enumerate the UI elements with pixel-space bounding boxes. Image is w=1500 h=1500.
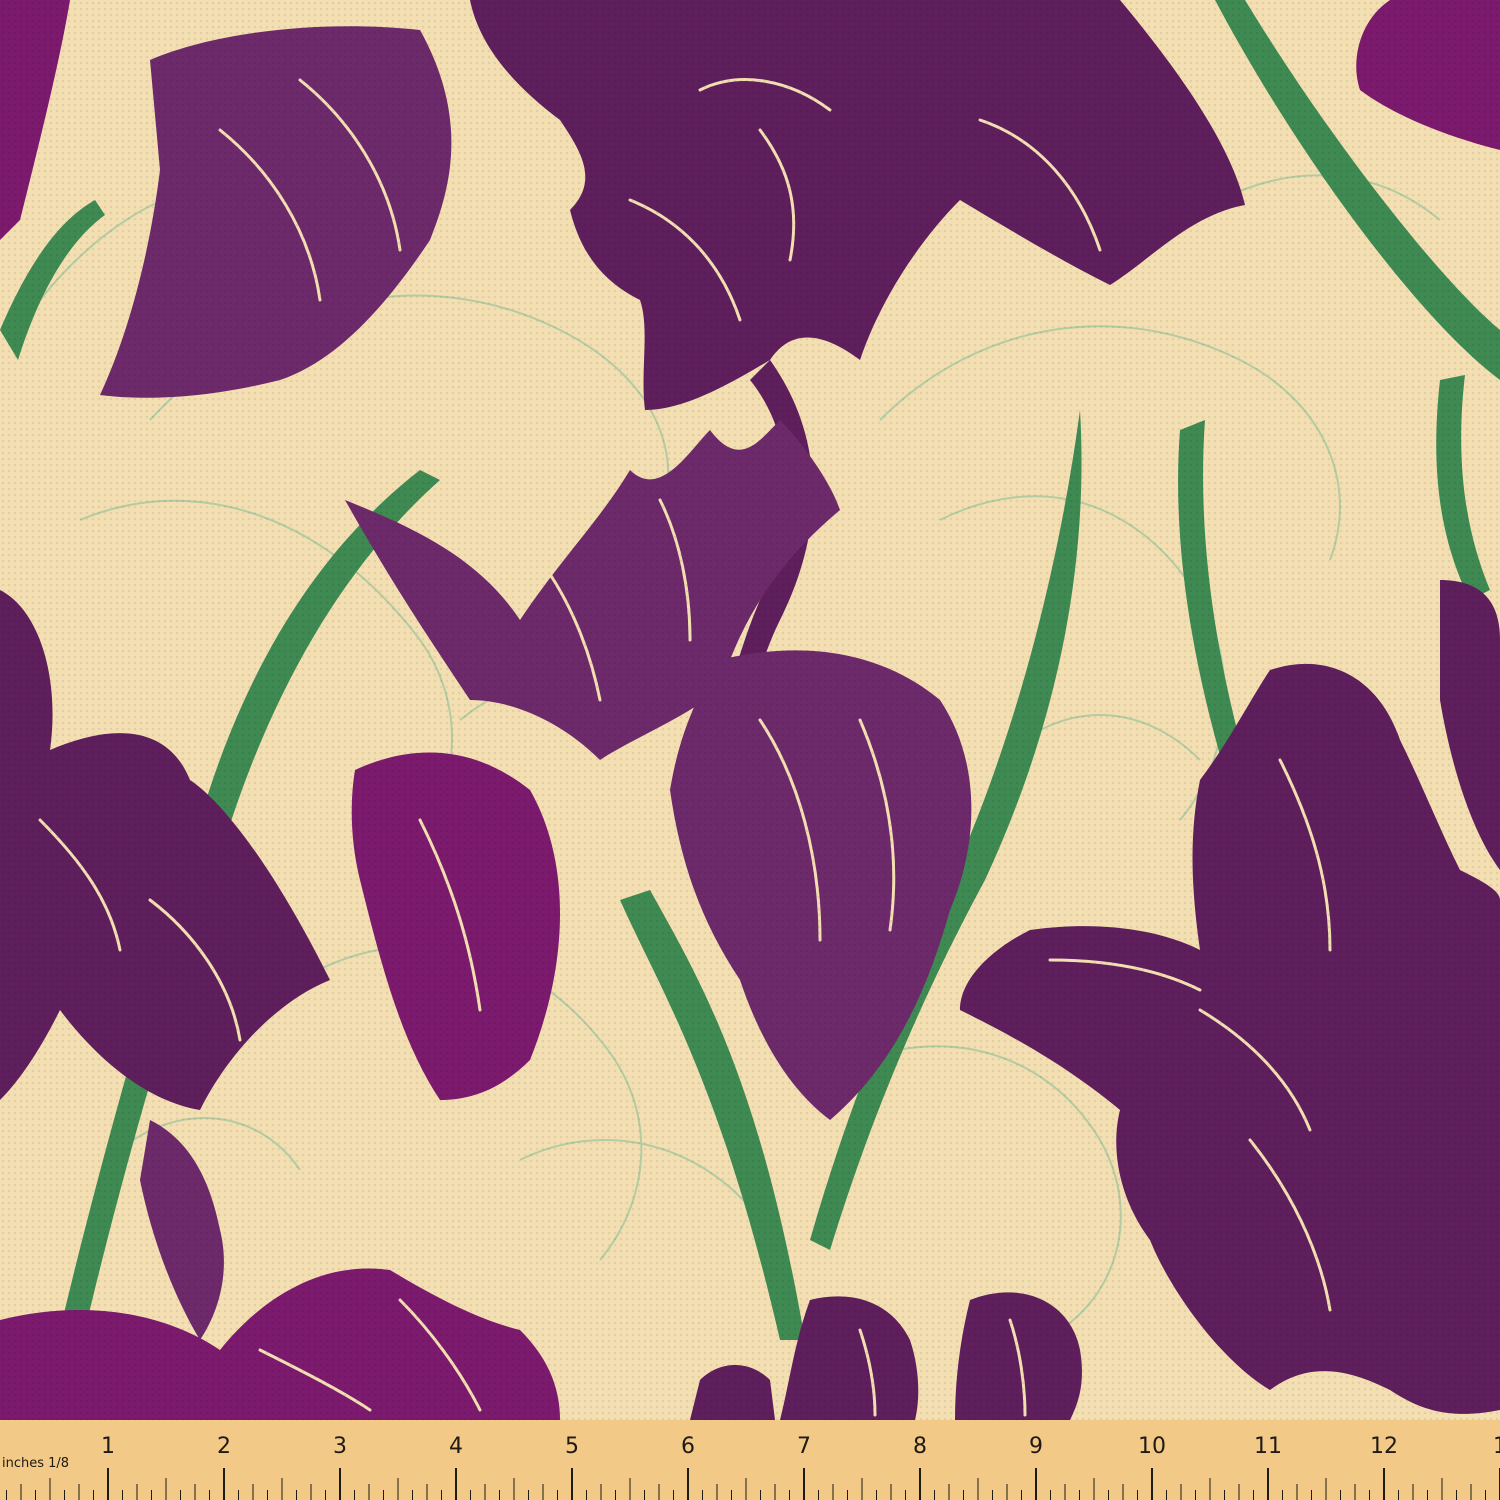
ruler-number: 10 xyxy=(1138,1434,1166,1459)
ruler-number: 5 xyxy=(565,1434,579,1459)
ruler-number: 12 xyxy=(1370,1434,1398,1459)
ruler-number: 3 xyxy=(333,1434,347,1459)
ruler-number: 1 xyxy=(101,1434,115,1459)
ruler-number: 1 xyxy=(1493,1434,1500,1459)
ruler-number: 7 xyxy=(797,1434,811,1459)
ruler-number: 9 xyxy=(1029,1434,1043,1459)
ruler-number: 11 xyxy=(1254,1434,1282,1459)
fabric-weave-texture xyxy=(0,0,1500,1420)
ruler-number: 4 xyxy=(449,1434,463,1459)
iris-fabric-pattern xyxy=(0,0,1500,1500)
measuring-ruler: 1234567891011121 inches 1/8 xyxy=(0,1420,1500,1500)
ruler-unit-label: inches 1/8 xyxy=(2,1456,69,1471)
ruler-number: 2 xyxy=(217,1434,231,1459)
ruler-number: 8 xyxy=(913,1434,927,1459)
ruler-number: 6 xyxy=(681,1434,695,1459)
